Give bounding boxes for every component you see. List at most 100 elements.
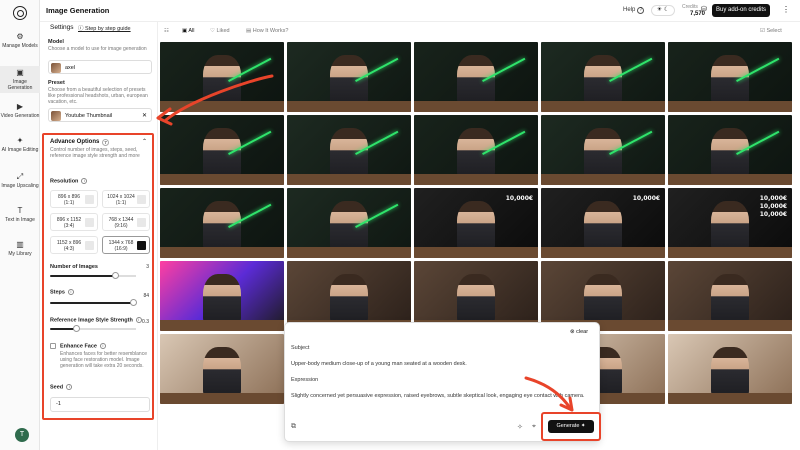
gallery-image[interactable] xyxy=(668,334,792,404)
image-attach-icon[interactable]: ⧉ xyxy=(291,423,296,431)
nav-text-in-image[interactable]: T Text in Image xyxy=(0,206,40,223)
gallery-image[interactable] xyxy=(287,188,411,258)
nav-image-generation[interactable]: ▣ Image Generation xyxy=(0,66,40,93)
settings-title: Settings xyxy=(50,24,74,31)
tab-liked[interactable]: ♡ Liked xyxy=(210,28,230,34)
strength-label: Reference Image Style Strength i xyxy=(50,317,142,323)
preset-select[interactable]: Youtube Thumbnail ✕ xyxy=(48,108,152,122)
buy-credits-button[interactable]: Buy add-on credits xyxy=(712,4,770,17)
nav-my-library[interactable]: ▥ My Library xyxy=(0,240,40,257)
green-chart-line xyxy=(735,123,785,155)
model-select[interactable]: axel xyxy=(48,60,152,74)
gallery-image[interactable]: 10,000€ xyxy=(414,188,538,258)
subject-label: Subject xyxy=(291,345,310,351)
top-bar: Image Generation Help? ☀ ☾ Credits 7,570… xyxy=(40,0,800,22)
nav-image-upscaling[interactable]: ⤢ Image Upscaling xyxy=(0,172,40,189)
gallery-image[interactable] xyxy=(160,334,284,404)
desk xyxy=(668,100,792,112)
help-icon: ? xyxy=(637,7,645,14)
gallery-image[interactable] xyxy=(160,42,284,112)
gallery-toolbar: ☷ ▣ All ♡ Liked ▤ How It Works? ☑ Select xyxy=(158,22,800,42)
advanced-badge: 7 xyxy=(102,139,109,146)
logo-icon[interactable] xyxy=(13,6,27,20)
gallery-image[interactable] xyxy=(414,115,538,185)
tag-icon[interactable]: ⌖ xyxy=(532,423,536,431)
gallery-image[interactable] xyxy=(668,261,792,331)
gallery-image[interactable]: 10,000€ 10,000€ 10,000€ xyxy=(668,188,792,258)
nav-manage-models[interactable]: ⚙ Manage Models xyxy=(0,32,40,49)
enhance-face-checkbox[interactable] xyxy=(50,343,56,349)
resolution-option[interactable]: 896 x 896 (1:1) xyxy=(50,190,98,208)
gallery-image[interactable] xyxy=(160,261,284,331)
gallery-image[interactable] xyxy=(287,42,411,112)
nav-video-generation[interactable]: ▶ Video Generation xyxy=(0,102,40,119)
slider-handle[interactable] xyxy=(111,272,119,279)
expression-text[interactable]: Slightly concerned yet persuasive expres… xyxy=(291,393,595,400)
gallery-image[interactable] xyxy=(287,115,411,185)
strength-slider[interactable] xyxy=(50,325,136,332)
desk xyxy=(414,246,538,258)
more-menu-icon[interactable]: ⋮ xyxy=(782,5,790,14)
clear-button[interactable]: ⊗ clear xyxy=(570,329,588,335)
slider-handle[interactable] xyxy=(72,325,80,332)
tab-how-it-works[interactable]: ▤ How It Works? xyxy=(246,28,288,34)
person-figure xyxy=(457,273,495,323)
gallery-image[interactable] xyxy=(668,42,792,112)
gallery-image[interactable] xyxy=(414,261,538,331)
desk xyxy=(414,100,538,112)
step-guide-link[interactable]: ⓘ Step by step guide xyxy=(78,24,131,32)
resolution-option[interactable]: 1024 x 1024 (1:1) xyxy=(102,190,150,208)
desk xyxy=(160,319,284,331)
credits-icon: ⛁ xyxy=(701,6,707,13)
person-figure xyxy=(584,273,622,323)
seed-label: Seed i xyxy=(50,384,73,390)
gallery-image[interactable]: 10,000€ xyxy=(541,188,665,258)
green-chart-line xyxy=(608,123,658,155)
desk xyxy=(160,392,284,404)
desk xyxy=(160,173,284,185)
preset-thumbnail xyxy=(51,111,61,121)
upscale-icon: ⤢ xyxy=(16,172,24,181)
tab-all[interactable]: ▣ All xyxy=(182,28,195,34)
gallery-image[interactable] xyxy=(668,115,792,185)
gallery-image[interactable] xyxy=(414,42,538,112)
gallery-image[interactable] xyxy=(541,261,665,331)
theme-toggle[interactable]: ☀ ☾ xyxy=(651,5,675,16)
gallery-image[interactable] xyxy=(541,115,665,185)
magic-wand-icon[interactable]: ✧ xyxy=(517,423,523,431)
resolution-option[interactable]: 1152 x 896 (4:3) xyxy=(50,236,98,254)
advanced-title[interactable]: Advance Options xyxy=(50,139,99,145)
desk xyxy=(668,246,792,258)
num-images-slider[interactable] xyxy=(50,272,136,279)
resolution-label: Resolution i xyxy=(50,178,88,184)
desk xyxy=(541,100,665,112)
strength-value: 0.3 xyxy=(142,319,149,325)
clear-preset-icon[interactable]: ✕ xyxy=(142,112,147,119)
seed-input[interactable]: -1 xyxy=(50,397,150,412)
resolution-option[interactable]: 768 x 1344 (9:16) xyxy=(102,213,150,231)
green-chart-line xyxy=(227,196,277,228)
gallery-image[interactable] xyxy=(287,261,411,331)
resolution-option-selected[interactable]: 1344 x 768 (16:9) xyxy=(102,236,150,254)
gallery-image[interactable] xyxy=(541,42,665,112)
num-images-label: Number of Images xyxy=(50,264,98,270)
sun-icon: ☀ xyxy=(656,7,663,13)
help-link[interactable]: Help? xyxy=(623,7,645,14)
steps-slider[interactable] xyxy=(50,299,138,306)
gallery-image[interactable] xyxy=(160,188,284,258)
book-icon: ▤ xyxy=(246,28,253,34)
select-button[interactable]: ☑ Select xyxy=(760,28,782,34)
filter-icon[interactable]: ☷ xyxy=(164,28,169,34)
subject-text[interactable]: Upper-body medium close-up of a young ma… xyxy=(291,361,595,368)
generate-button[interactable]: Generate ✦ xyxy=(548,420,594,433)
resolution-option[interactable]: 896 x 1152 (3:4) xyxy=(50,213,98,231)
nav-ai-image-editing[interactable]: ✦ AI Image Editing xyxy=(0,136,40,153)
slider-handle[interactable] xyxy=(130,299,138,306)
steps-label: Steps i xyxy=(50,289,74,295)
person-figure xyxy=(330,273,368,323)
avatar[interactable]: T xyxy=(15,428,29,442)
chevron-up-icon[interactable]: ⌃ xyxy=(142,138,147,145)
person-figure xyxy=(203,346,241,396)
green-chart-line xyxy=(735,50,785,82)
gallery-image[interactable] xyxy=(160,115,284,185)
